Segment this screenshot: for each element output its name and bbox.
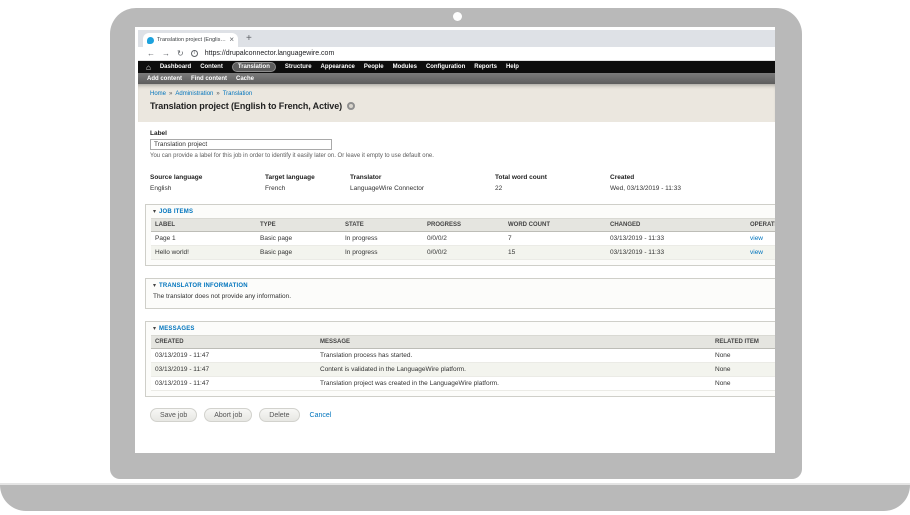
drupal-admin-bar: ⌂ Dashboard Content Translation Structur…: [138, 61, 775, 73]
messages-header-row: CREATED MESSAGE RELATED ITEM: [151, 335, 775, 349]
drupal-shortcut-bar: Add content Find content Cache: [138, 73, 775, 84]
browser-toolbar: ← → ↻ i https://drupalconnector.language…: [138, 47, 775, 61]
label-field-label: Label: [150, 130, 775, 137]
contextual-gear-icon[interactable]: [347, 102, 355, 110]
meta-created: Created Wed, 03/13/2019 - 11:33: [610, 174, 775, 192]
meta-source-language: Source language English: [150, 174, 265, 192]
message-row: 03/13/2019 - 11:47 Translation process h…: [151, 349, 775, 363]
view-link[interactable]: view: [746, 246, 775, 259]
job-item-row: Hello world! Basic page In progress 0/0/…: [151, 246, 775, 260]
view-link[interactable]: view: [746, 232, 775, 245]
col-related-item: RELATED ITEM: [711, 336, 775, 348]
page-header: Home » Administration » Translation Tran…: [138, 84, 775, 122]
col-progress: PROGRESS: [423, 219, 504, 231]
label-field-group: Label You can provide a label for this j…: [150, 130, 775, 159]
job-items-header-row: LABEL TYPE STATE PROGRESS WORD COUNT CHA…: [151, 218, 775, 232]
new-tab-button[interactable]: +: [246, 33, 252, 45]
label-input[interactable]: [150, 139, 332, 150]
breadcrumb: Home » Administration » Translation: [150, 91, 775, 97]
collapse-arrow-icon: ▾: [153, 326, 156, 332]
browser-tab-bar: Translation project (English to Fr × +: [138, 30, 775, 47]
forward-icon[interactable]: →: [162, 50, 170, 58]
collapse-arrow-icon: ▾: [153, 283, 156, 289]
meta-translator: Translator LanguageWire Connector: [350, 174, 495, 192]
laptop-mockup: Translation project (English to Fr × + ←…: [0, 0, 910, 515]
translator-info-text: The translator does not provide any info…: [153, 293, 775, 300]
laptop-screen: Translation project (English to Fr × + ←…: [135, 27, 775, 453]
cancel-link[interactable]: Cancel: [310, 412, 332, 419]
messages-table: CREATED MESSAGE RELATED ITEM 03/13/2019 …: [151, 335, 775, 391]
admin-menu-help[interactable]: Help: [506, 64, 519, 70]
admin-menu-people[interactable]: People: [364, 64, 384, 70]
admin-menu-reports[interactable]: Reports: [474, 64, 497, 70]
col-operations: OPERATIONS: [746, 219, 775, 231]
messages-legend[interactable]: ▾ MESSAGES: [153, 326, 775, 332]
shortcut-find-content[interactable]: Find content: [191, 76, 227, 82]
col-changed-sort[interactable]: CHANGED: [606, 219, 746, 231]
col-label: LABEL: [151, 219, 256, 231]
col-type: TYPE: [256, 219, 341, 231]
laptop-bezel: Translation project (English to Fr × + ←…: [110, 8, 802, 479]
abort-job-button[interactable]: Abort job: [204, 408, 252, 422]
drupal-favicon-icon: [147, 37, 154, 44]
shortcut-cache[interactable]: Cache: [236, 76, 254, 82]
address-bar[interactable]: https://drupalconnector.languagewire.com: [205, 50, 335, 57]
job-items-legend[interactable]: ▾ JOB ITEMS: [153, 209, 775, 215]
translator-info-legend[interactable]: ▾ TRANSLATOR INFORMATION: [153, 283, 775, 289]
job-items-fieldset: ▾ JOB ITEMS LABEL TYPE STATE PROGRESS WO…: [145, 204, 775, 266]
save-job-button[interactable]: Save job: [150, 408, 197, 422]
translator-info-fieldset: ▾ TRANSLATOR INFORMATION The translator …: [145, 278, 775, 309]
admin-menu-translation[interactable]: Translation: [232, 62, 276, 72]
admin-menu-content[interactable]: Content: [200, 64, 223, 70]
admin-menu-configuration[interactable]: Configuration: [426, 64, 465, 70]
delete-button[interactable]: Delete: [259, 408, 299, 422]
main-content: Label You can provide a label for this j…: [138, 122, 775, 452]
browser-window: Translation project (English to Fr × + ←…: [138, 30, 775, 452]
message-row: 03/13/2019 - 11:47 Translation project w…: [151, 377, 775, 391]
messages-fieldset: ▾ MESSAGES CREATED MESSAGE RELATED ITEM …: [145, 321, 775, 397]
site-info-icon[interactable]: i: [191, 50, 198, 57]
job-items-table: LABEL TYPE STATE PROGRESS WORD COUNT CHA…: [151, 218, 775, 260]
laptop-base: [0, 483, 910, 511]
form-actions: Save job Abort job Delete Cancel: [150, 408, 775, 422]
breadcrumb-administration[interactable]: Administration: [175, 91, 213, 97]
meta-target-language: Target language French: [265, 174, 350, 192]
breadcrumb-translation[interactable]: Translation: [223, 91, 252, 97]
col-word-count: WORD COUNT: [504, 219, 606, 231]
breadcrumb-separator-icon: »: [216, 91, 219, 97]
breadcrumb-separator-icon: »: [169, 91, 172, 97]
reload-icon[interactable]: ↻: [177, 50, 184, 58]
admin-menu-structure[interactable]: Structure: [285, 64, 312, 70]
admin-menu-dashboard[interactable]: Dashboard: [160, 64, 191, 70]
tab-close-icon[interactable]: ×: [229, 36, 234, 44]
collapse-arrow-icon: ▾: [153, 209, 156, 215]
shortcut-add-content[interactable]: Add content: [147, 76, 182, 82]
back-icon[interactable]: ←: [147, 50, 155, 58]
job-item-row: Page 1 Basic page In progress 0/0/0/2 7 …: [151, 232, 775, 246]
col-state-sort[interactable]: STATE: [341, 219, 423, 231]
breadcrumb-home[interactable]: Home: [150, 91, 166, 97]
tab-title: Translation project (English to Fr: [157, 37, 226, 43]
webcam-dot: [453, 12, 462, 21]
admin-menu-modules[interactable]: Modules: [393, 64, 417, 70]
page-title: Translation project (English to French, …: [150, 101, 342, 111]
home-icon[interactable]: ⌂: [146, 63, 151, 72]
message-row: 03/13/2019 - 11:47 Content is validated …: [151, 363, 775, 377]
label-field-description: You can provide a label for this job in …: [150, 153, 775, 159]
col-created: CREATED: [151, 336, 316, 348]
col-message: MESSAGE: [316, 336, 711, 348]
browser-tab[interactable]: Translation project (English to Fr ×: [143, 33, 238, 47]
job-meta-row: Source language English Target language …: [150, 174, 775, 192]
admin-menu-appearance[interactable]: Appearance: [321, 64, 355, 70]
meta-total-word-count: Total word count 22: [495, 174, 610, 192]
